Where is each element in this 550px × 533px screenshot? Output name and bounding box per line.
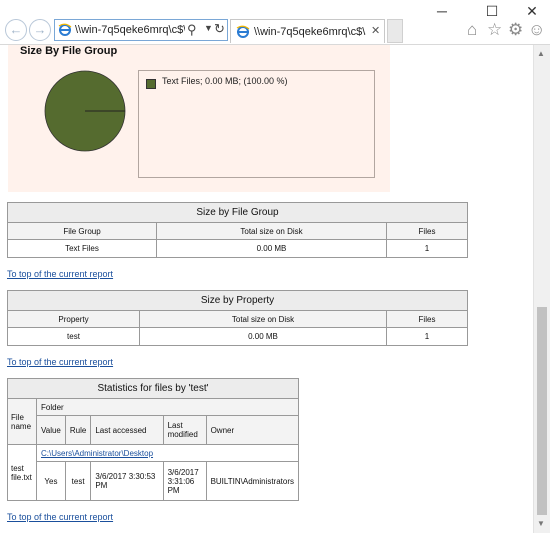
close-tab-icon[interactable]: ✕ [371,24,380,37]
to-top-link[interactable]: To top of the current report [7,512,113,522]
property-table: Size by Property Property Total size on … [7,290,468,346]
column-header: Total size on Disk [156,222,387,240]
column-header: Owner [205,415,300,445]
to-top-link[interactable]: To top of the current report [7,269,113,279]
search-icon[interactable]: ⚲ [187,22,197,38]
chart-title: Size By File Group [20,45,118,57]
table-row: test 0.00 MB 1 [7,327,468,346]
table-cell: Yes [36,461,66,501]
scroll-up-icon[interactable]: ▲ [537,49,545,58]
forward-arrow-icon[interactable]: → [29,19,51,41]
table-cell: test [7,327,140,346]
table-cell: Text Files [7,239,157,258]
column-header: Value [36,415,66,445]
table-cell: BUILTIN\Administrators [205,461,300,501]
table-caption: Statistics for files by 'test' [7,378,299,399]
table-caption: Size by File Group [7,202,468,223]
column-header: Folder [36,398,299,416]
table-cell: 0.00 MB [139,327,387,346]
settings-gear-icon[interactable]: ⚙ [508,20,523,40]
table-cell: 0.00 MB [156,239,387,258]
address-text: \\win-7q5qeke6mrq\c$\St [75,24,185,36]
address-bar[interactable]: \\win-7q5qeke6mrq\c$\St ⚲ ▼ ↻ [54,19,228,41]
folder-link[interactable]: C:\Users\Administrator\Desktop [41,449,153,458]
scroll-down-icon[interactable]: ▼ [537,519,545,528]
table-cell: 3/6/2017 3:30:53 PM [90,461,164,501]
table-row: test file.txt C:\Users\Administrator\Des… [7,444,299,501]
close-window-button[interactable]: ✕ [508,0,550,22]
browser-chrome: ─ ☐ ✕ ← → \\win-7q5qeke6mrq\c$\St ⚲ ▼ ↻ … [0,0,550,45]
favorites-star-icon[interactable]: ☆ [487,20,502,40]
table-caption: Size by Property [7,290,468,311]
table-cell: 3/6/2017 3:31:06 PM [162,461,207,501]
file-group-table: Size by File Group File Group Total size… [7,202,468,258]
table-row: Yes test 3/6/2017 3:30:53 PM 3/6/2017 3:… [8,461,300,501]
scrollbar-thumb[interactable] [537,307,547,515]
tab-report[interactable]: \\win-7q5qeke6mrq\c$\Sto... ✕ [230,19,385,43]
page-content: Size By File Group Text Files; 0.00 MB; … [0,45,533,533]
legend-swatch [146,79,156,89]
column-header: Property [7,310,140,328]
table-cell: 1 [386,239,468,258]
column-header: Files [386,222,468,240]
ie-tab-icon [236,25,250,38]
back-arrow-icon[interactable]: ← [5,19,27,41]
column-header: File Group [7,222,157,240]
home-icon[interactable]: ⌂ [467,20,477,40]
chart-panel: Size By File Group Text Files; 0.00 MB; … [8,45,390,192]
pie-chart [44,70,126,152]
legend-entry: Text Files; 0.00 MB; (100.00 %) [162,76,288,86]
refresh-icon[interactable]: ↻ [214,21,225,37]
feedback-smiley-icon[interactable]: ☺ [528,20,545,40]
file-name-cell: test file.txt [7,444,37,501]
to-top-link[interactable]: To top of the current report [7,357,113,367]
column-header: Total size on Disk [139,310,387,328]
new-tab-button[interactable] [387,19,403,43]
folder-cell: C:\Users\Administrator\Desktop [36,444,299,462]
stats-table: Statistics for files by 'test' File name… [7,378,300,501]
vertical-scrollbar[interactable]: ▲ ▼ [533,45,550,533]
table-cell: test [64,461,92,501]
table-row: Text Files 0.00 MB 1 [7,239,468,258]
chart-legend: Text Files; 0.00 MB; (100.00 %) [138,70,375,178]
table-cell: 1 [386,327,468,346]
column-header: File name [7,398,37,445]
ie-page-icon [58,23,72,36]
tab-title: \\win-7q5qeke6mrq\c$\Sto... [254,26,366,38]
column-header: Rule [64,415,92,445]
chevron-down-icon[interactable]: ▼ [204,23,213,33]
column-header: Last modified [162,415,207,445]
column-header: Last accessed [90,415,164,445]
minimize-button[interactable]: ─ [418,0,466,22]
column-header: Files [386,310,468,328]
